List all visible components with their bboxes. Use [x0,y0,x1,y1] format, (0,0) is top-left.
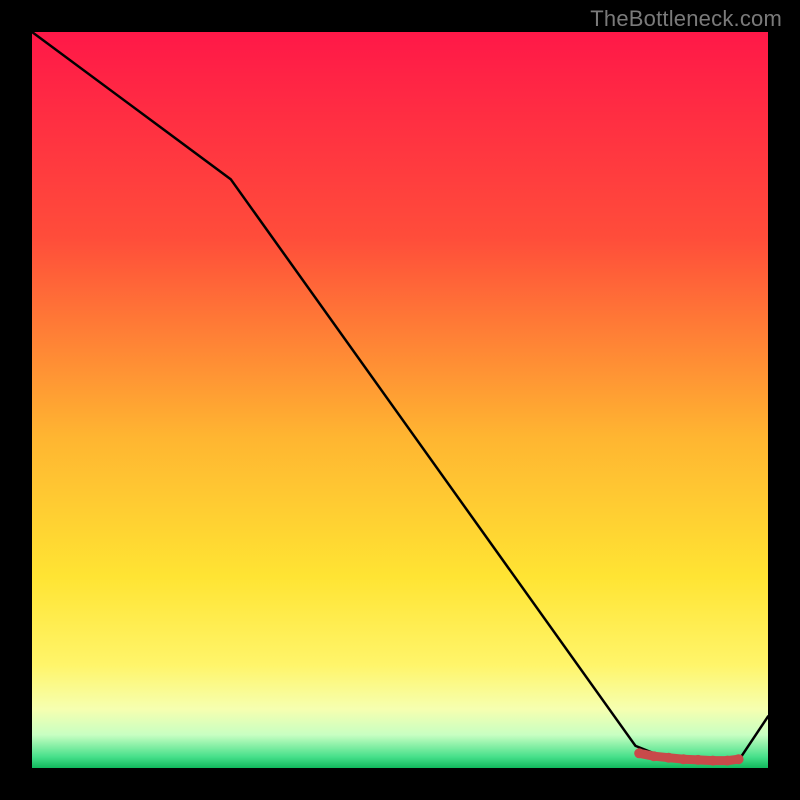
marker-dot [664,753,674,763]
marker-dot [678,754,688,764]
marker-dot [708,756,718,766]
marker-dot [723,756,733,766]
marker-dot [634,748,644,758]
chart-frame: TheBottleneck.com [0,0,800,800]
marker-dot [649,751,659,761]
chart-svg [32,32,768,768]
gradient-background [32,32,768,768]
marker-dot [693,755,703,765]
plot-area [32,32,768,768]
watermark-text: TheBottleneck.com [590,6,782,32]
marker-dot [734,754,744,764]
